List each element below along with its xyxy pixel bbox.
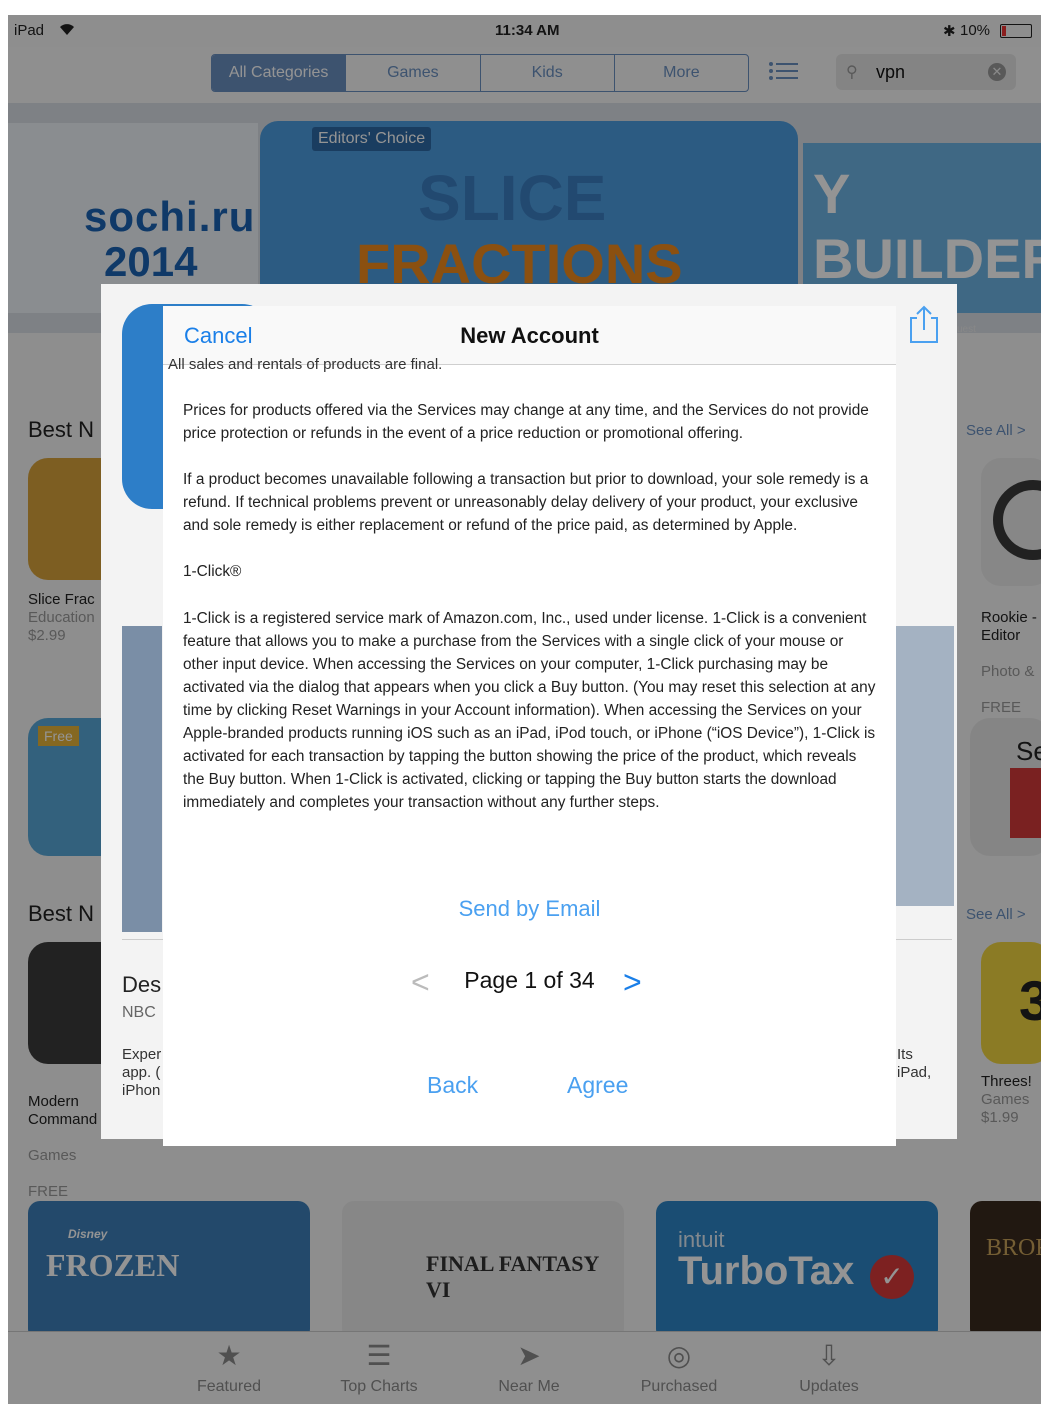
modal-header: Cancel New Account All sales and rentals… xyxy=(163,306,896,373)
back-button[interactable]: Back xyxy=(427,1072,478,1099)
send-by-email-button[interactable]: Send by Email xyxy=(163,896,896,922)
app-title: Des xyxy=(122,972,162,997)
share-icon[interactable] xyxy=(907,304,941,344)
sheet-quest-text: uest xyxy=(957,324,976,335)
screenshot-right xyxy=(894,626,954,906)
terms-text: Prices for products offered via the Serv… xyxy=(183,399,877,837)
cutoff-text: All sales and rentals of products are fi… xyxy=(168,356,443,373)
app-description: Exper app. ( iPhon xyxy=(122,1046,162,1099)
agree-button[interactable]: Agree xyxy=(567,1072,628,1099)
app-developer: NBC xyxy=(122,1004,156,1021)
chevron-right-icon[interactable]: > xyxy=(623,964,642,1001)
terms-paragraph: Prices for products offered via the Serv… xyxy=(183,402,869,443)
screenshot-left xyxy=(122,626,162,932)
terms-paragraph: 1-Click is a registered service mark of … xyxy=(183,609,876,812)
cancel-button[interactable]: Cancel xyxy=(184,323,252,349)
app-description-right: Its iPad, xyxy=(897,1046,932,1081)
terms-paragraph: 1-Click® xyxy=(183,563,242,581)
terms-paragraph: If a product becomes unavailable followi… xyxy=(183,471,869,535)
page-label: Page 1 of 34 xyxy=(464,967,595,993)
chevron-left-icon[interactable]: < xyxy=(411,964,430,1001)
modal-title: New Account xyxy=(460,323,599,348)
new-account-modal: Cancel New Account All sales and rentals… xyxy=(163,306,896,1146)
